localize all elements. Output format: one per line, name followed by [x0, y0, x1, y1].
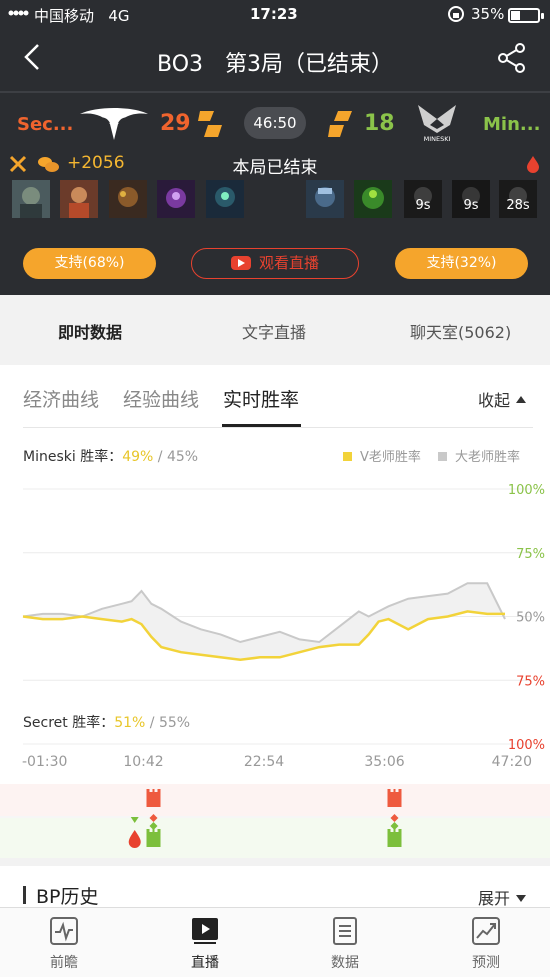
- battery-cap: [541, 13, 544, 19]
- x-tick-label: 10:42: [123, 754, 163, 770]
- watch-live-button[interactable]: 观看直播: [191, 248, 359, 279]
- y-tick-label: 100%: [508, 483, 545, 498]
- tab-experience-curve[interactable]: 经验曲线: [123, 385, 199, 412]
- signal-icon: [8, 10, 29, 16]
- x-tick-label: 22:54: [244, 754, 284, 770]
- bp-history-section: BP历史 展开: [0, 858, 550, 908]
- support-left-button[interactable]: 支持(68%): [23, 248, 156, 279]
- tower-icon-secret: [146, 789, 161, 807]
- chart-sub-tabs: 经济曲线 经验曲线 实时胜率 收起: [0, 365, 550, 427]
- play-icon: [192, 918, 218, 944]
- team-secret-logo[interactable]: [78, 106, 150, 142]
- team-left-score: 29: [160, 111, 191, 136]
- tab-live-data[interactable]: 即时数据: [58, 319, 122, 343]
- tower-icon-mineski: [146, 829, 161, 847]
- nav-predict[interactable]: 预测: [446, 916, 526, 972]
- tab-text-live[interactable]: 文字直播: [242, 319, 306, 343]
- page-title: BO3 第3局（已结束）: [156, 52, 394, 77]
- y-tick-label: 50%: [516, 611, 545, 626]
- winrate-chart: 100% 75% 50% 75% 100% -01:30 10:42 22:54 35:06 47…: [0, 483, 550, 858]
- x-tick-label: 35:06: [364, 754, 404, 770]
- bp-history-title: BP历史: [36, 886, 99, 908]
- dire-side-icon: [328, 111, 352, 137]
- nav-data[interactable]: 数据: [305, 916, 385, 972]
- support-right-button[interactable]: 支持(32%): [395, 248, 528, 279]
- trend-icon: [472, 917, 500, 945]
- battery-percent: 35%: [471, 5, 505, 23]
- section-marker: [23, 886, 26, 904]
- bottom-nav: 前瞻 直播 数据 预测: [0, 907, 550, 977]
- secret-winrate: Secret 胜率：51% / 55%: [23, 715, 191, 731]
- rotation-lock-icon: [448, 6, 464, 22]
- tab-chat-room[interactable]: 聊天室(5062): [410, 319, 511, 343]
- x-tick-label: -01:30: [22, 754, 67, 770]
- main-tabs: 即时数据 文字直播 聊天室(5062): [0, 295, 550, 365]
- nav-live[interactable]: 直播: [165, 916, 245, 972]
- hero-portrait[interactable]: 28s: [499, 180, 537, 218]
- carrier-name: 中国移动 4G: [34, 7, 130, 25]
- battery-icon: [508, 8, 540, 23]
- nav-bar: BO3 第3局（已结束）: [0, 30, 550, 90]
- game-status: 本局已结束: [232, 158, 318, 178]
- y-tick-label: 100%: [508, 738, 545, 753]
- tab-realtime-winrate[interactable]: 实时胜率: [223, 385, 299, 412]
- stat-line: +2056 本局已结束: [0, 152, 550, 178]
- chevron-down-icon: [516, 895, 527, 902]
- clock: 17:23: [250, 5, 298, 23]
- document-icon: [333, 917, 357, 945]
- share-icon[interactable]: [496, 42, 528, 74]
- y-tick-label: 75%: [516, 674, 545, 689]
- preview-icon: [50, 917, 78, 945]
- expand-button[interactable]: 展开: [478, 885, 527, 909]
- team-left-name[interactable]: Sec...: [17, 114, 73, 135]
- tab-economy-curve[interactable]: 经济曲线: [23, 385, 99, 412]
- team-right-score: 18: [364, 111, 395, 136]
- hero-lineup: 9s 9s 28s: [0, 180, 550, 220]
- video-play-icon: [230, 256, 251, 270]
- first-blood-icon: [527, 156, 539, 173]
- nav-preview[interactable]: 前瞻: [24, 916, 104, 972]
- watch-live-label: 观看直播: [258, 254, 319, 272]
- hero-portrait[interactable]: [12, 180, 50, 218]
- x-tick-label: 47:20: [492, 754, 532, 770]
- hero-portrait[interactable]: [354, 180, 392, 218]
- mineski-logo-text: MINESKI: [424, 135, 451, 143]
- status-bar: 中国移动 4G 17:23 35%: [0, 0, 550, 30]
- hero-portrait[interactable]: 9s: [452, 180, 490, 218]
- respawn-timer: 9s: [452, 180, 490, 218]
- game-timer: 46:50: [244, 107, 306, 139]
- hero-portrait[interactable]: [306, 180, 344, 218]
- hero-portrait[interactable]: [60, 180, 98, 218]
- event-band-mineski: [0, 818, 550, 858]
- chevron-up-icon: [516, 396, 527, 403]
- radiant-side-icon: [198, 111, 222, 137]
- event-band-secret: [0, 784, 550, 816]
- hero-portrait[interactable]: [206, 180, 244, 218]
- team-mineski-logo[interactable]: MINESKI: [414, 103, 460, 143]
- tower-icon-secret: [387, 789, 402, 807]
- scoreboard: Sec... 29 46:50 18 MINESKI Min...: [0, 93, 550, 153]
- collapse-button[interactable]: 收起: [478, 387, 527, 411]
- respawn-timer: 28s: [499, 180, 537, 218]
- winrate-chart-panel: Mineski 胜率：49% / 45% V老师胜率 大老师胜率 100% 75%…: [0, 428, 550, 858]
- hero-portrait[interactable]: 9s: [404, 180, 442, 218]
- y-tick-label: 75%: [516, 547, 545, 562]
- respawn-timer: 9s: [404, 180, 442, 218]
- hero-portrait[interactable]: [109, 180, 147, 218]
- match-header: 中国移动 4G 17:23 35% BO3 第3局（已结束） Sec... 29: [0, 0, 550, 295]
- tower-icon-mineski: [387, 829, 402, 847]
- hero-portrait[interactable]: [157, 180, 195, 218]
- team-right-name[interactable]: Min...: [483, 114, 540, 135]
